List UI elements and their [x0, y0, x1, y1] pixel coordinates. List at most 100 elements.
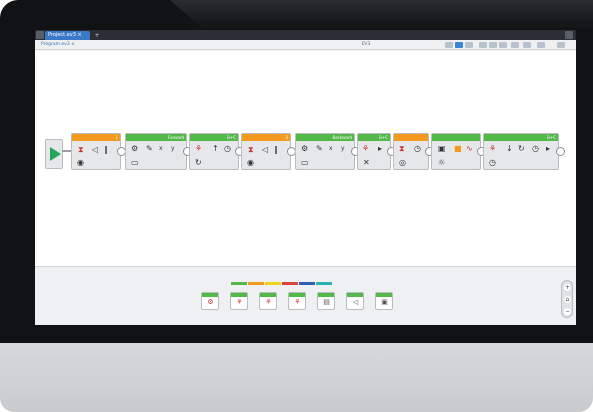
undo-icon[interactable]	[537, 42, 545, 48]
light-block[interactable]: ▣ ■ ∿ ☼	[431, 133, 481, 170]
palette-block-sound[interactable]: ◁	[346, 292, 364, 310]
bulb-icon[interactable]: ☼	[438, 158, 445, 168]
zoom-out-button[interactable]: −	[564, 308, 571, 315]
clock-icon: ◷	[224, 144, 231, 153]
timer-icon: ⧗	[248, 145, 254, 154]
home-icon[interactable]	[36, 31, 44, 39]
tab-bar	[35, 30, 576, 40]
bezel-reflection	[170, 0, 593, 30]
palette-block-display[interactable]: ▤	[317, 292, 335, 310]
sound-icon: ◁	[262, 145, 269, 154]
sound-block[interactable]: 1 ⧗ ◁ ‖ ◉	[71, 133, 121, 170]
split-icon[interactable]	[523, 42, 531, 48]
x-icon: x	[329, 145, 333, 152]
start-block[interactable]	[45, 139, 63, 169]
wait-block[interactable]: ⧗ ◷ ◎	[393, 133, 429, 170]
timer-mode-icon[interactable]: ◎	[399, 158, 406, 168]
steering-icon: ⚘	[265, 298, 272, 306]
folder-icon[interactable]: ▭	[131, 158, 139, 168]
stop-icon: ▸	[546, 144, 551, 153]
palette-block-move-steering[interactable]: ⚘	[259, 292, 277, 310]
hourglass-icon: ⧗	[399, 144, 405, 153]
window-control-icon[interactable]	[565, 31, 573, 39]
comment-tool-icon[interactable]	[465, 42, 473, 48]
wave-icon: ∿	[466, 144, 473, 153]
move-block[interactable]: Backward ⚙ ✎ x y ▭	[295, 133, 355, 170]
zoom-in-button[interactable]: +	[564, 284, 571, 291]
wire-port[interactable]	[556, 147, 565, 156]
clock-icon: ◷	[532, 144, 539, 153]
comment-icon[interactable]	[557, 42, 565, 48]
gear-icon: ⚙	[131, 144, 139, 153]
program-tab[interactable]: Program.ev3 ×	[41, 41, 91, 49]
monitor-chin	[0, 343, 593, 412]
app-screen: Project.ev3 × + Program.ev3 × EV3 1 ⧗ ◁ …	[35, 30, 576, 325]
sound-icon: ◁	[352, 298, 359, 306]
bars-icon: ‖	[104, 145, 108, 154]
motor-icon: ⚘	[195, 144, 203, 153]
move-block[interactable]: Forward ⚙ ✎ x y ▭	[125, 133, 187, 170]
palette-zoom-control: + ⌂ −	[561, 280, 573, 318]
rotate-icon[interactable]: ↻	[195, 158, 202, 168]
bars-icon: ‖	[274, 145, 278, 154]
arrow-down-icon: ↓	[506, 144, 513, 153]
palette-block-medium-motor[interactable]: ⚙	[201, 292, 219, 310]
palette-tab-myblocks[interactable]	[316, 282, 332, 285]
zoom-in-icon[interactable]	[499, 42, 507, 48]
sound-block[interactable]: 2 ⧗ ◁ ‖ ◉	[241, 133, 291, 170]
palette-block-brick-status-light[interactable]: ▣	[375, 292, 393, 310]
palette-tab-sensor[interactable]	[265, 282, 281, 285]
mode-icon[interactable]: ◉	[77, 158, 84, 168]
light-icon: ■	[454, 144, 462, 153]
motor-icon: ⚙	[207, 298, 214, 306]
brick-icon: ▣	[438, 144, 446, 153]
block-label	[394, 134, 428, 141]
wire-tool-icon[interactable]	[511, 42, 519, 48]
stop-icon: ▸	[378, 144, 383, 153]
palette-block-large-motor[interactable]: ⚘	[230, 292, 248, 310]
motor-block[interactable]: B+C ⚘ ↓ ↻ ◷ ▸ ◷	[483, 133, 559, 170]
project-tab[interactable]: Project.ev3 ×	[45, 31, 90, 40]
motor-icon: ⚘	[362, 144, 370, 153]
play-icon	[50, 147, 61, 161]
arrow-up-icon: ↑	[212, 144, 219, 153]
zoom-out-icon[interactable]	[479, 42, 487, 48]
pan-tool-icon[interactable]	[455, 42, 463, 48]
display-icon: ▤	[323, 298, 330, 306]
palette-tab-flow[interactable]	[248, 282, 264, 285]
palette-tab-advanced[interactable]	[299, 282, 315, 285]
gear-icon: ⚙	[301, 144, 309, 153]
clock-icon: ◷	[414, 144, 421, 153]
palette-tab-action[interactable]	[231, 282, 247, 285]
block-label: Forward	[126, 134, 186, 141]
palette-tab-data[interactable]	[282, 282, 298, 285]
timer-mode-icon[interactable]: ◷	[489, 158, 496, 168]
motor-icon: ⚘	[489, 144, 497, 153]
x-icon: x	[159, 145, 163, 152]
y-icon: y	[341, 145, 345, 152]
block-label: B+C	[358, 134, 390, 141]
pencil-icon: ✎	[146, 144, 153, 153]
block-label: B+C	[484, 134, 558, 141]
block-label: B+C	[190, 134, 238, 141]
motor-block[interactable]: B+C ⚘ ↑ ◷ ↻	[189, 133, 239, 170]
timer-icon: ⧗	[78, 145, 84, 154]
y-icon: y	[171, 145, 175, 152]
select-tool-icon[interactable]	[445, 42, 453, 48]
mode-icon[interactable]: ◉	[247, 158, 254, 168]
zoom-reset-icon[interactable]	[489, 42, 497, 48]
sound-icon: ◁	[92, 145, 99, 154]
palette-block-move-tank[interactable]: ⚘	[288, 292, 306, 310]
cancel-icon[interactable]: ✕	[363, 158, 370, 168]
motor-block[interactable]: B+C ⚘ ▸ ✕	[357, 133, 391, 170]
block-label: 2	[242, 134, 290, 141]
add-project-button[interactable]: +	[93, 32, 101, 39]
motor-icon: ⚘	[236, 298, 243, 306]
block-label	[432, 134, 480, 141]
folder-icon[interactable]: ▭	[301, 158, 309, 168]
zoom-fit-button[interactable]: ⌂	[564, 296, 571, 303]
block-label: Backward	[296, 134, 354, 141]
toolbar-title: EV3	[361, 42, 371, 47]
block-label: 1	[72, 134, 120, 141]
program-sequence: 1 ⧗ ◁ ‖ ◉ Forward ⚙ ✎ x y ▭ B+C ⚘ ↑ ◷ ↻ …	[45, 133, 567, 170]
